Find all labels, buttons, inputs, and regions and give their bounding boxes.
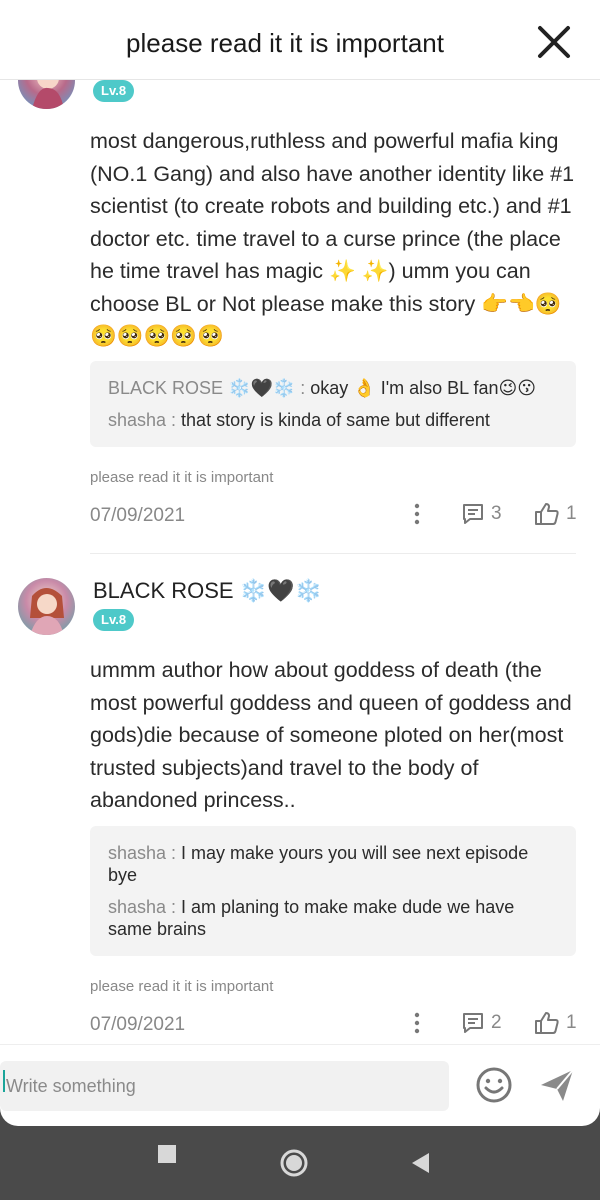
comment-author[interactable]: BLACK ROSE ❄️🖤❄️: [93, 578, 322, 604]
avatar[interactable]: [18, 80, 75, 109]
comment-feed[interactable]: Lv.8 most dangerous,ruthless and powerfu…: [0, 80, 600, 1044]
reply-item: shasha : that story is kinda of same but…: [108, 409, 558, 431]
comment-body: most dangerous,ruthless and powerful maf…: [90, 129, 575, 348]
comment-date: 07/09/2021: [90, 1014, 186, 1035]
comment-count-button[interactable]: 3: [461, 501, 502, 527]
comment-count: 3: [491, 503, 502, 524]
close-icon[interactable]: [534, 22, 574, 62]
comment-composer: [0, 1044, 600, 1126]
level-badge: Lv.8: [93, 80, 135, 102]
reply-author: shasha :: [108, 843, 182, 863]
like-count: 1: [566, 503, 577, 524]
username: BLACK ROSE: [93, 578, 234, 603]
smiley-icon[interactable]: [474, 1065, 514, 1105]
page-title: please read it it is important: [126, 28, 444, 58]
comment-count-button[interactable]: 2: [461, 1010, 502, 1036]
reply-item: BLACK ROSE ❄️🖤❄️ : okay 👌 I'm also BL fa…: [108, 377, 558, 399]
like-button[interactable]: 1: [534, 501, 577, 527]
reply-author: shasha :: [108, 897, 182, 917]
thumbs-up-icon: [535, 503, 559, 525]
reply-author: shasha :: [108, 410, 182, 430]
comment-source[interactable]: please read it it is important: [90, 469, 273, 486]
comment-count: 2: [491, 1012, 502, 1033]
reply-item: shasha : I am planing to make make dude …: [108, 896, 558, 940]
comment-source[interactable]: please read it it is important: [90, 978, 273, 995]
thumbs-up-icon: [535, 1012, 559, 1034]
like-button[interactable]: 1: [534, 1010, 577, 1036]
reply-item: shasha : I may make yours you will see n…: [108, 842, 558, 886]
comment-icon: [463, 1013, 483, 1033]
more-vertical-icon[interactable]: [407, 501, 427, 527]
like-count: 1: [566, 1012, 577, 1033]
replies-preview[interactable]: BLACK ROSE ❄️🖤❄️ : okay 👌 I'm also BL fa…: [90, 361, 576, 447]
reply-text: okay 👌 I'm also BL fan😉😗: [310, 378, 537, 398]
text-caret: [3, 1070, 5, 1092]
reply-author: BLACK ROSE ❄️🖤❄️ :: [108, 378, 311, 398]
divider: [90, 553, 576, 554]
comment-date: 07/09/2021: [90, 505, 186, 526]
comment-icon: [463, 504, 483, 524]
more-vertical-icon[interactable]: [407, 1010, 427, 1036]
home-icon[interactable]: [280, 1149, 308, 1177]
recent-apps-icon[interactable]: [157, 1144, 177, 1164]
avatar[interactable]: [18, 578, 75, 635]
top-bar: please read it it is important: [0, 0, 600, 80]
username-emoji: ❄️🖤❄️: [239, 578, 322, 603]
reply-text: that story is kinda of same but differen…: [181, 410, 490, 430]
level-badge: Lv.8: [93, 609, 135, 631]
comment-body: ummm author how about goddess of death (…: [90, 658, 572, 812]
comment-input[interactable]: [0, 1061, 449, 1111]
send-icon[interactable]: [537, 1065, 577, 1105]
back-icon[interactable]: [410, 1152, 430, 1174]
replies-preview[interactable]: shasha : I may make yours you will see n…: [90, 826, 576, 956]
